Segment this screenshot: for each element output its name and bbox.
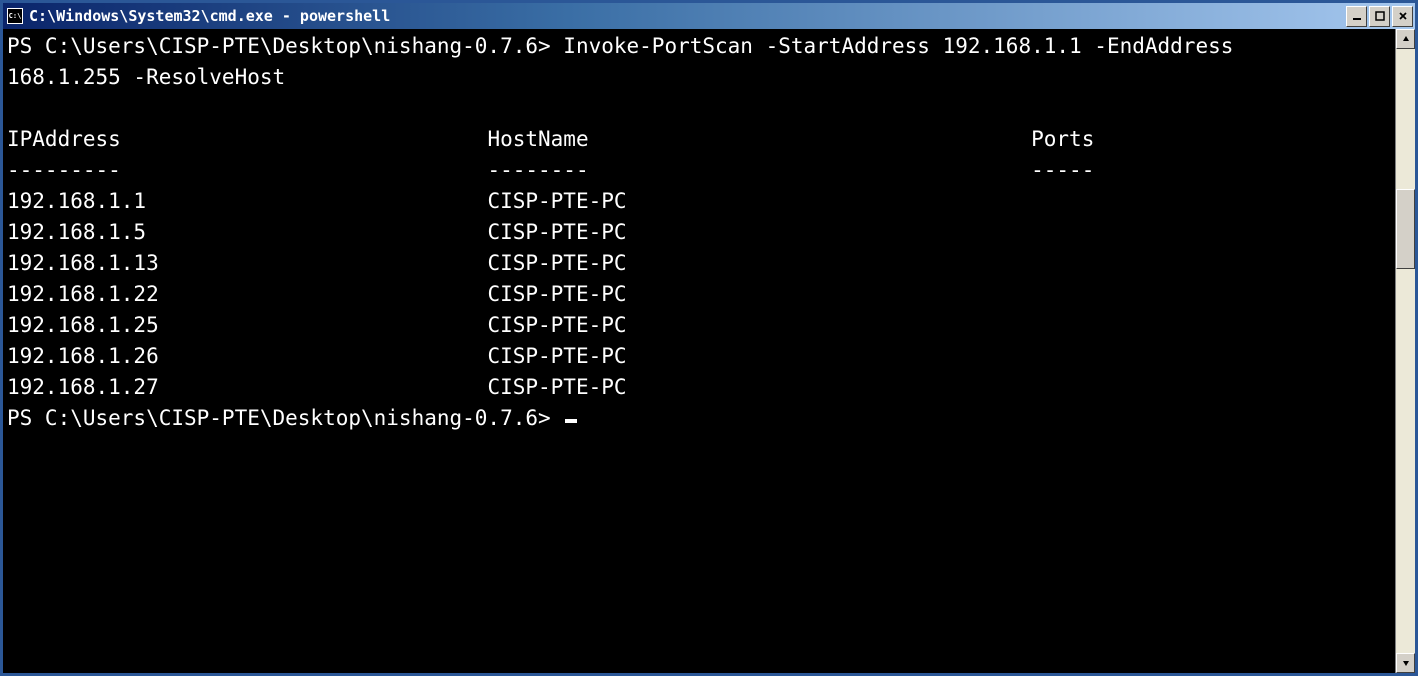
table-row: 192.168.1.5 CISP-PTE-PC (7, 217, 1395, 248)
table-row: 192.168.1.22 CISP-PTE-PC (7, 279, 1395, 310)
cell-ip: 192.168.1.5 (7, 220, 146, 244)
pad (159, 344, 488, 368)
cell-host: CISP-PTE-PC (487, 251, 626, 275)
command-line-wrap: 168.1.255 -ResolveHost (7, 62, 1395, 93)
pad (146, 220, 487, 244)
cell-ip: 192.168.1.27 (7, 375, 159, 399)
table-row: 192.168.1.25 CISP-PTE-PC (7, 310, 1395, 341)
chevron-down-icon (1402, 659, 1410, 667)
separator-row: --------- -------- ----- (7, 155, 1395, 186)
table-row: 192.168.1.26 CISP-PTE-PC (7, 341, 1395, 372)
minimize-button[interactable] (1346, 6, 1367, 27)
col-host-header: HostName (487, 127, 588, 151)
scrollbar-track[interactable] (1396, 49, 1415, 653)
cell-host: CISP-PTE-PC (487, 344, 626, 368)
col-ip-sep: --------- (7, 158, 121, 182)
col-ip-header: IPAddress (7, 127, 121, 151)
pad (121, 127, 488, 151)
blank-line (7, 93, 1395, 124)
table-row: 192.168.1.1 CISP-PTE-PC (7, 186, 1395, 217)
col-ports-sep: ----- (1031, 158, 1094, 182)
cell-host: CISP-PTE-PC (487, 189, 626, 213)
cell-host: CISP-PTE-PC (487, 375, 626, 399)
pad (159, 251, 488, 275)
col-ports-header: Ports (1031, 127, 1094, 151)
scrollbar-thumb[interactable] (1396, 189, 1415, 269)
pad (159, 375, 488, 399)
maximize-button[interactable] (1369, 6, 1390, 27)
cmd-window: C:\Windows\System32\cmd.exe - powershell… (0, 0, 1418, 676)
console-output[interactable]: PS C:\Users\CISP-PTE\Desktop\nishang-0.7… (3, 29, 1395, 673)
close-icon (1398, 11, 1408, 21)
console-area: PS C:\Users\CISP-PTE\Desktop\nishang-0.7… (3, 29, 1415, 673)
scroll-down-button[interactable] (1396, 653, 1415, 673)
prompt-line: PS C:\Users\CISP-PTE\Desktop\nishang-0.7… (7, 403, 1395, 434)
minimize-icon (1352, 11, 1362, 21)
prompt: PS C:\Users\CISP-PTE\Desktop\nishang-0.7… (7, 406, 563, 430)
cmd-icon (7, 8, 23, 24)
cell-ip: 192.168.1.1 (7, 189, 146, 213)
cell-ip: 192.168.1.25 (7, 313, 159, 337)
cursor (565, 419, 577, 423)
chevron-up-icon (1402, 35, 1410, 43)
col-host-sep: -------- (487, 158, 588, 182)
header-row: IPAddress HostName Ports (7, 124, 1395, 155)
table-row: 192.168.1.13 CISP-PTE-PC (7, 248, 1395, 279)
maximize-icon (1375, 11, 1385, 21)
titlebar[interactable]: C:\Windows\System32\cmd.exe - powershell (3, 3, 1415, 29)
cell-host: CISP-PTE-PC (487, 313, 626, 337)
scroll-up-button[interactable] (1396, 29, 1415, 49)
pad (121, 158, 488, 182)
cell-host: CISP-PTE-PC (487, 282, 626, 306)
pad (589, 127, 1032, 151)
cell-host: CISP-PTE-PC (487, 220, 626, 244)
cell-ip: 192.168.1.22 (7, 282, 159, 306)
pad (159, 313, 488, 337)
vertical-scrollbar[interactable] (1395, 29, 1415, 673)
cell-ip: 192.168.1.13 (7, 251, 159, 275)
command-line: PS C:\Users\CISP-PTE\Desktop\nishang-0.7… (7, 31, 1395, 62)
pad (159, 282, 488, 306)
pad (146, 189, 487, 213)
window-controls (1346, 6, 1413, 27)
pad (589, 158, 1032, 182)
cell-ip: 192.168.1.26 (7, 344, 159, 368)
window-title: C:\Windows\System32\cmd.exe - powershell (29, 7, 1346, 25)
table-row: 192.168.1.27 CISP-PTE-PC (7, 372, 1395, 403)
close-button[interactable] (1392, 6, 1413, 27)
